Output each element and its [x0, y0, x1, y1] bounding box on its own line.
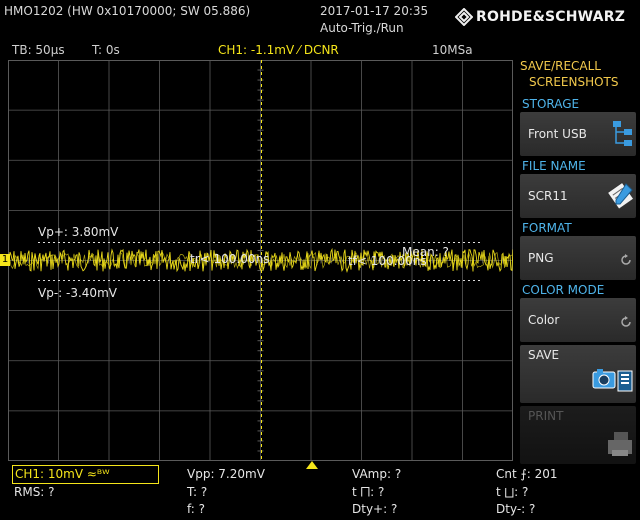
sample-rate[interactable]: 10MSa — [432, 43, 473, 57]
storage-label: STORAGE — [522, 97, 580, 111]
rotate-arrow-icon — [620, 251, 632, 270]
rise-time-label: tr< 100.00ns — [190, 252, 270, 266]
rms-value: RMS: ? — [14, 485, 55, 499]
save-label: SAVE — [528, 348, 560, 362]
brand-name: ROHDE&SCHWARZ — [476, 9, 626, 25]
pos-pulse-width-value: t ⨅: ? — [352, 485, 385, 499]
format-label: FORMAT — [522, 221, 572, 235]
color-mode-label: COLOR MODE — [522, 283, 605, 297]
format-value: PNG — [528, 251, 554, 265]
printer-icon — [598, 430, 634, 462]
vp-minus-label: Vp-: -3.40mV — [38, 286, 117, 300]
trigger-state: Auto-Trig./Run — [320, 21, 404, 35]
menu-title-line1: SAVE/RECALL — [520, 59, 601, 73]
folder-tree-icon — [612, 120, 634, 152]
datetime: 2017-01-17 20:35 — [320, 4, 429, 18]
rotate-arrow-icon — [620, 313, 632, 332]
vamp-value: VAmp: ? — [352, 467, 402, 481]
storage-button[interactable]: Front USB — [520, 112, 636, 156]
menu-title-line2: SCREENSHOTS — [529, 75, 619, 89]
rs-logo-icon — [454, 7, 474, 27]
time-offset[interactable]: T: 0s — [92, 43, 120, 57]
ch1-setting-box[interactable]: CH1: 10mV ≈ᴮᵂ — [12, 465, 159, 484]
vp-plus-label: Vp+: 3.80mV — [38, 225, 119, 239]
vpp-value: Vpp: 7.20mV — [187, 467, 265, 481]
file-name-label: FILE NAME — [522, 159, 586, 173]
timebase[interactable]: TB: 50µs — [12, 43, 65, 57]
color-mode-button[interactable]: Color — [520, 298, 636, 342]
ch1-setting: CH1: 10mV ≈ᴮᵂ — [15, 467, 110, 481]
frequency-value: f: ? — [187, 502, 206, 516]
print-button[interactable]: PRINT — [520, 406, 636, 464]
file-name-value: SCR11 — [528, 189, 568, 203]
device-info: HMO1202 (HW 0x10170000; SW 05.886) — [4, 4, 251, 18]
camera-save-icon — [592, 367, 634, 399]
duty-plus-value: Dty+: ? — [352, 502, 398, 516]
fall-time-label: tf< 100.00ns — [348, 254, 427, 268]
trigger-bottom-marker — [306, 454, 318, 473]
format-button[interactable]: PNG — [520, 236, 636, 280]
ch1-level-marker[interactable]: 1 — [0, 254, 10, 266]
file-name-button[interactable]: SCR11 — [520, 174, 636, 218]
duty-minus-value: Dty-: ? — [496, 502, 536, 516]
color-mode-value: Color — [528, 313, 560, 327]
print-label: PRINT — [528, 409, 564, 423]
period-value: T: ? — [187, 485, 208, 499]
save-button[interactable]: SAVE — [520, 345, 636, 403]
storage-value: Front USB — [528, 127, 587, 141]
channel-trigger[interactable]: CH1: -1.1mV ⁄ DCNR — [218, 43, 339, 57]
neg-pulse-width-value: t ⨆: ? — [496, 485, 529, 499]
count-value: Cnt ⨍: 201 — [496, 467, 558, 481]
file-edit-icon — [606, 180, 635, 214]
